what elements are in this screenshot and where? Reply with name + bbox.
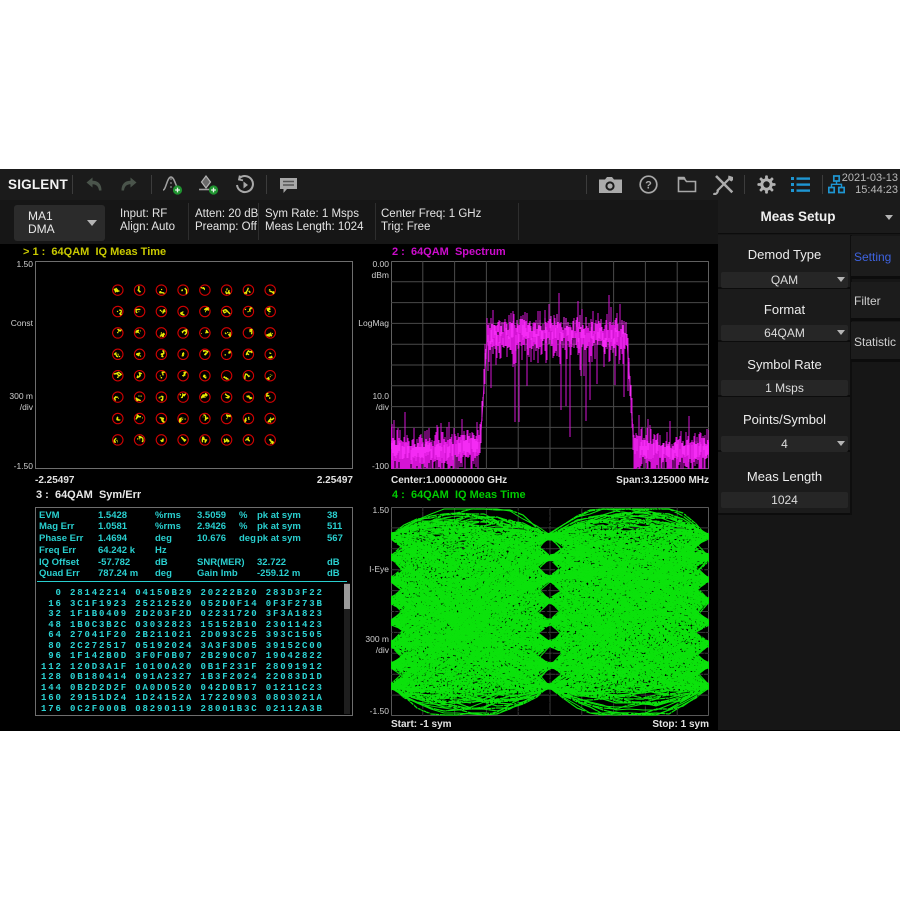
svg-text:?: ? — [645, 180, 652, 192]
